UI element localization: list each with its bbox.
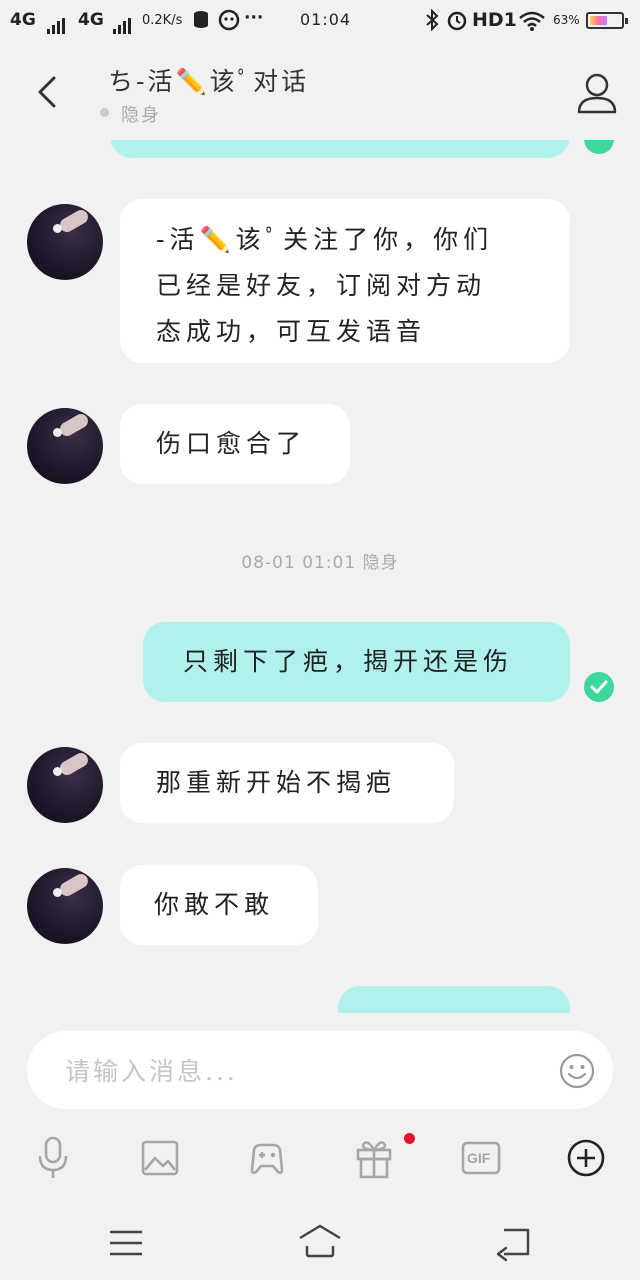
menu-icon (110, 1230, 142, 1256)
avatar[interactable] (27, 204, 103, 280)
home-icon (299, 1224, 341, 1258)
message-bubble[interactable]: 你敢不敢 (120, 865, 318, 945)
message-composer (27, 1031, 613, 1109)
chat-header: ち-活✏️该ﾟ对话 隐身 (0, 44, 640, 140)
message-bubble-partial[interactable] (110, 140, 570, 158)
status-bar: 4G 4G 0.2K/s ··· 01:04 HD1 63% (0, 0, 640, 44)
network-label-1: 4G (10, 10, 36, 30)
storage-icon (193, 10, 211, 35)
message-bubble-partial[interactable] (338, 986, 570, 1013)
chat-app-icon (218, 9, 240, 36)
network-speed: 0.2K/s (142, 13, 183, 28)
notification-dot (404, 1133, 415, 1144)
back-icon (496, 1228, 530, 1262)
signal-icon (47, 14, 67, 34)
gift-icon (356, 1141, 392, 1179)
message-timestamp: 08-01 01:01 隐身 (241, 553, 399, 573)
hd-label: HD1 (472, 9, 517, 31)
chevron-left-icon (38, 76, 56, 108)
message-line: 已经是好友，订阅对方动 (156, 271, 487, 300)
smiley-icon (559, 1053, 595, 1089)
message-text: 你敢不敢 (154, 890, 275, 919)
back-button[interactable] (30, 72, 70, 112)
presence-dot (100, 108, 109, 117)
image-icon (141, 1140, 179, 1176)
user-icon (577, 73, 617, 114)
bluetooth-icon (425, 8, 439, 36)
back-nav-button[interactable] (494, 1222, 538, 1262)
message-bubble[interactable]: -活✏️该ﾟ关注了你，你们 已经是好友，订阅对方动 态成功，可互发语音 (120, 199, 570, 363)
gamepad-icon (250, 1143, 284, 1174)
read-check-icon (584, 140, 614, 154)
signal-icon-2 (113, 14, 133, 34)
message-input[interactable] (63, 1051, 547, 1091)
message-text: 只剩下了疤，揭开还是伤 (183, 647, 514, 676)
presence-status: 隐身 (121, 105, 161, 126)
home-button[interactable] (298, 1222, 342, 1262)
avatar[interactable] (27, 868, 103, 944)
emoji-button[interactable] (559, 1053, 595, 1089)
plus-circle-icon (567, 1139, 605, 1177)
message-line: 态成功，可互发语音 (156, 317, 427, 346)
battery-icon (586, 12, 628, 29)
message-bubble[interactable]: 那重新开始不揭疤 (120, 743, 454, 823)
system-navigation-bar (0, 1200, 640, 1280)
message-bubble[interactable]: 伤口愈合了 (120, 404, 350, 484)
message-list[interactable]: -活✏️该ﾟ关注了你，你们 已经是好友，订阅对方动 态成功，可互发语音 伤口愈合… (0, 140, 640, 1013)
more-notifications: ··· (244, 8, 264, 28)
message-line: -活✏️该ﾟ关注了你，你们 (156, 225, 494, 254)
avatar[interactable] (27, 747, 103, 823)
avatar[interactable] (27, 408, 103, 484)
network-label-2: 4G (78, 10, 104, 30)
battery-percent: 63% (553, 13, 580, 27)
clock: 01:04 (300, 10, 352, 29)
more-button[interactable] (561, 1130, 611, 1186)
composer-toolbar: GIF (0, 1130, 640, 1190)
game-button[interactable] (242, 1130, 292, 1186)
image-button[interactable] (135, 1130, 185, 1186)
message-bubble-outgoing[interactable]: 只剩下了疤，揭开还是伤 (143, 622, 570, 702)
microphone-icon (38, 1136, 68, 1178)
chat-title: ち-活✏️该ﾟ对话 (108, 67, 310, 96)
voice-button[interactable] (28, 1130, 78, 1186)
menu-button[interactable] (104, 1222, 148, 1262)
message-text: 伤口愈合了 (156, 429, 307, 458)
gif-label: GIF (467, 1150, 491, 1166)
read-check-icon (584, 672, 614, 702)
alarm-icon (446, 9, 468, 36)
gif-button[interactable]: GIF (456, 1130, 506, 1186)
gift-button[interactable] (349, 1130, 399, 1186)
battery-level (590, 16, 608, 25)
message-text: 那重新开始不揭疤 (156, 768, 397, 797)
wifi-icon (518, 10, 546, 37)
profile-button[interactable] (574, 70, 620, 116)
